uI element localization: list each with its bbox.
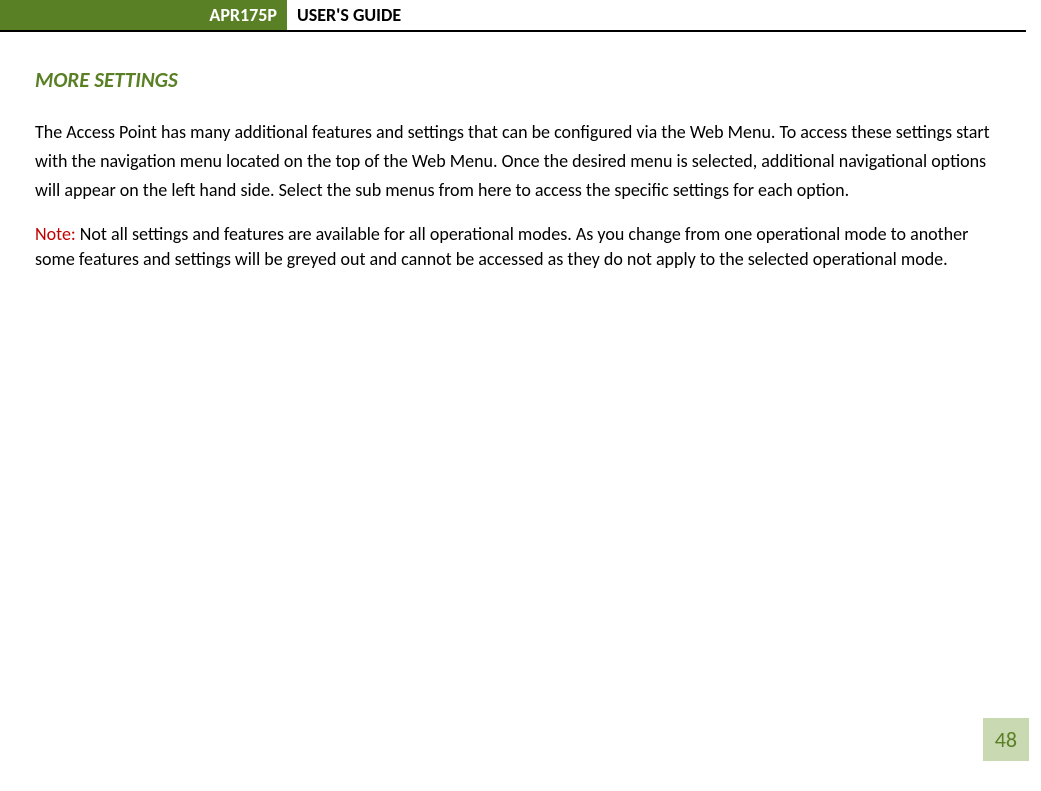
page-number: 48 — [983, 718, 1029, 761]
page-content: MORE SETTINGS The Access Point has many … — [0, 32, 1041, 271]
page-header: APR175P USER'S GUIDE — [0, 0, 1026, 32]
note-paragraph: Note: Not all settings and features are … — [35, 222, 1006, 271]
document-title: USER'S GUIDE — [287, 0, 1026, 30]
note-text: Not all settings and features are availa… — [35, 223, 968, 269]
product-model: APR175P — [0, 0, 287, 30]
intro-paragraph: The Access Point has many additional fea… — [35, 118, 1006, 204]
note-label: Note: — [35, 223, 76, 245]
section-heading: MORE SETTINGS — [35, 67, 1006, 93]
